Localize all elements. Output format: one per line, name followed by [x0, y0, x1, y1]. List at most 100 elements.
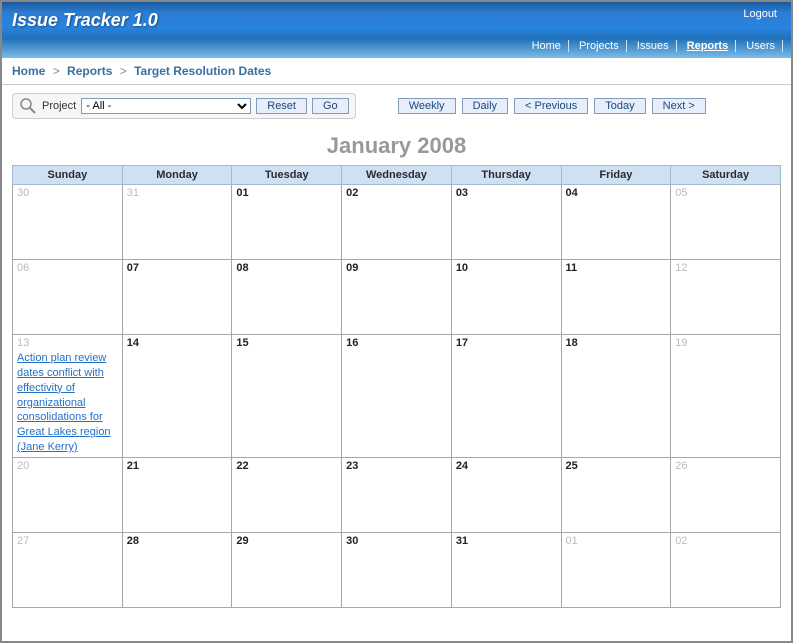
calendar-title: January 2008 — [2, 133, 791, 159]
calendar-cell[interactable]: 10 — [451, 260, 561, 335]
calendar-cell[interactable]: 05 — [671, 185, 781, 260]
calendar-day-number: 26 — [675, 460, 776, 472]
calendar-cell[interactable]: 28 — [122, 532, 232, 607]
calendar-day-number: 25 — [566, 460, 667, 472]
calendar-day-number: 19 — [675, 337, 776, 349]
calendar-cell[interactable]: 13Action plan review dates conflict with… — [13, 335, 123, 458]
calendar-day-number: 18 — [566, 337, 667, 349]
calendar-cell[interactable]: 03 — [451, 185, 561, 260]
nav-issues[interactable]: Issues — [630, 40, 677, 52]
breadcrumb-reports[interactable]: Reports — [67, 64, 112, 78]
calendar-dow: Monday — [122, 166, 232, 185]
calendar-day-number: 20 — [17, 460, 118, 472]
calendar-cell[interactable]: 20 — [13, 457, 123, 532]
daily-button[interactable]: Daily — [462, 98, 508, 114]
calendar-day-number: 05 — [675, 187, 776, 199]
calendar-cell[interactable]: 16 — [342, 335, 452, 458]
calendar-cell[interactable]: 15 — [232, 335, 342, 458]
calendar-cell[interactable]: 31 — [451, 532, 561, 607]
calendar-day-number: 30 — [17, 187, 118, 199]
calendar-day-number: 31 — [127, 187, 228, 199]
calendar-cell[interactable]: 27 — [13, 532, 123, 607]
breadcrumb-sep: > — [53, 64, 60, 78]
calendar-day-number: 14 — [127, 337, 228, 349]
breadcrumb: Home > Reports > Target Resolution Dates — [2, 58, 791, 85]
previous-button[interactable]: < Previous — [514, 98, 588, 114]
calendar-day-number: 09 — [346, 262, 447, 274]
calendar-cell[interactable]: 17 — [451, 335, 561, 458]
calendar-cell[interactable]: 02 — [342, 185, 452, 260]
project-select[interactable]: - All - — [81, 98, 251, 114]
calendar-cell[interactable]: 23 — [342, 457, 452, 532]
calendar-cell[interactable]: 22 — [232, 457, 342, 532]
calendar-cell[interactable]: 24 — [451, 457, 561, 532]
calendar-cell[interactable]: 09 — [342, 260, 452, 335]
calendar-cell[interactable]: 11 — [561, 260, 671, 335]
calendar-dow: Wednesday — [342, 166, 452, 185]
calendar-day-number: 17 — [456, 337, 557, 349]
calendar-day-number: 30 — [346, 535, 447, 547]
app-title: Issue Tracker 1.0 — [12, 10, 158, 31]
calendar-cell[interactable]: 30 — [13, 185, 123, 260]
calendar-day-number: 23 — [346, 460, 447, 472]
calendar-cell[interactable]: 07 — [122, 260, 232, 335]
calendar-day-number: 24 — [456, 460, 557, 472]
calendar-cell[interactable]: 06 — [13, 260, 123, 335]
calendar-day-number: 02 — [675, 535, 776, 547]
calendar-day-number: 03 — [456, 187, 557, 199]
calendar-day-number: 04 — [566, 187, 667, 199]
nav-reports[interactable]: Reports — [680, 40, 737, 52]
project-label: Project — [42, 100, 76, 112]
calendar-day-number: 12 — [675, 262, 776, 274]
breadcrumb-sep: > — [120, 64, 127, 78]
calendar-day-number: 31 — [456, 535, 557, 547]
calendar-day-number: 22 — [236, 460, 337, 472]
calendar-day-number: 29 — [236, 535, 337, 547]
calendar-day-number: 01 — [566, 535, 667, 547]
breadcrumb-home[interactable]: Home — [12, 64, 45, 78]
calendar-cell[interactable]: 31 — [122, 185, 232, 260]
calendar-cell[interactable]: 14 — [122, 335, 232, 458]
nav-users[interactable]: Users — [739, 40, 783, 52]
today-button[interactable]: Today — [594, 98, 645, 114]
toolbar: Project - All - Reset Go Weekly Daily < … — [2, 85, 791, 129]
main-nav: Home Projects Issues Reports Users — [525, 40, 783, 52]
calendar-cell[interactable]: 12 — [671, 260, 781, 335]
project-filter-group: Project - All - Reset Go — [12, 93, 356, 119]
logout-link[interactable]: Logout — [743, 8, 777, 20]
next-button[interactable]: Next > — [652, 98, 706, 114]
search-icon — [19, 97, 37, 115]
calendar-cell[interactable]: 04 — [561, 185, 671, 260]
calendar-cell[interactable]: 01 — [232, 185, 342, 260]
calendar-cell[interactable]: 19 — [671, 335, 781, 458]
calendar-cell[interactable]: 29 — [232, 532, 342, 607]
app-header: Issue Tracker 1.0 Logout Home Projects I… — [2, 2, 791, 58]
calendar-day-number: 07 — [127, 262, 228, 274]
calendar-cell[interactable]: 25 — [561, 457, 671, 532]
calendar-day-number: 11 — [566, 262, 667, 274]
calendar-dow: Thursday — [451, 166, 561, 185]
calendar-day-number: 02 — [346, 187, 447, 199]
calendar-day-number: 27 — [17, 535, 118, 547]
calendar-day-number: 10 — [456, 262, 557, 274]
go-button[interactable]: Go — [312, 98, 349, 114]
reset-button[interactable]: Reset — [256, 98, 307, 114]
calendar-cell[interactable]: 21 — [122, 457, 232, 532]
weekly-button[interactable]: Weekly — [398, 98, 456, 114]
calendar-cell[interactable]: 08 — [232, 260, 342, 335]
calendar-cell[interactable]: 18 — [561, 335, 671, 458]
calendar-dow: Sunday — [13, 166, 123, 185]
calendar-cell[interactable]: 02 — [671, 532, 781, 607]
calendar-day-number: 21 — [127, 460, 228, 472]
calendar-day-number: 01 — [236, 187, 337, 199]
calendar-cell[interactable]: 26 — [671, 457, 781, 532]
nav-projects[interactable]: Projects — [572, 40, 627, 52]
calendar-event-link[interactable]: Action plan review dates conflict with e… — [17, 351, 118, 455]
nav-home[interactable]: Home — [525, 40, 569, 52]
calendar-day-number: 06 — [17, 262, 118, 274]
calendar-table: SundayMondayTuesdayWednesdayThursdayFrid… — [12, 165, 781, 608]
calendar-day-number: 16 — [346, 337, 447, 349]
calendar-cell[interactable]: 30 — [342, 532, 452, 607]
calendar-cell[interactable]: 01 — [561, 532, 671, 607]
calendar-day-number: 08 — [236, 262, 337, 274]
